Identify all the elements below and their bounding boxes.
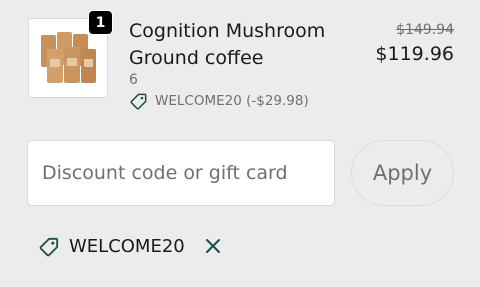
tag-icon (130, 93, 147, 110)
applied-discount-code: WELCOME20 (69, 235, 185, 257)
line-item-discount: WELCOME20 (-$29.98) (129, 91, 309, 111)
quantity-badge: 1 (88, 10, 113, 35)
applied-discount-chip: WELCOME20 (38, 234, 225, 258)
apply-button[interactable]: Apply (351, 140, 454, 206)
final-price: $119.96 (375, 43, 454, 65)
discount-code-input[interactable] (27, 140, 335, 206)
compare-at-price: $149.94 (396, 22, 454, 38)
tag-icon (39, 237, 59, 256)
close-icon (205, 239, 220, 253)
line-item: 1 Cognition Mushroom Ground coffee 6 WEL… (28, 10, 454, 111)
line-item-discount-label: WELCOME20 (-$29.98) (155, 93, 309, 109)
product-variant: 6 (129, 72, 138, 88)
remove-discount-button[interactable] (201, 234, 225, 258)
coffee-bags-image (37, 27, 99, 89)
product-name: Cognition Mushroom Ground coffee (129, 20, 326, 69)
